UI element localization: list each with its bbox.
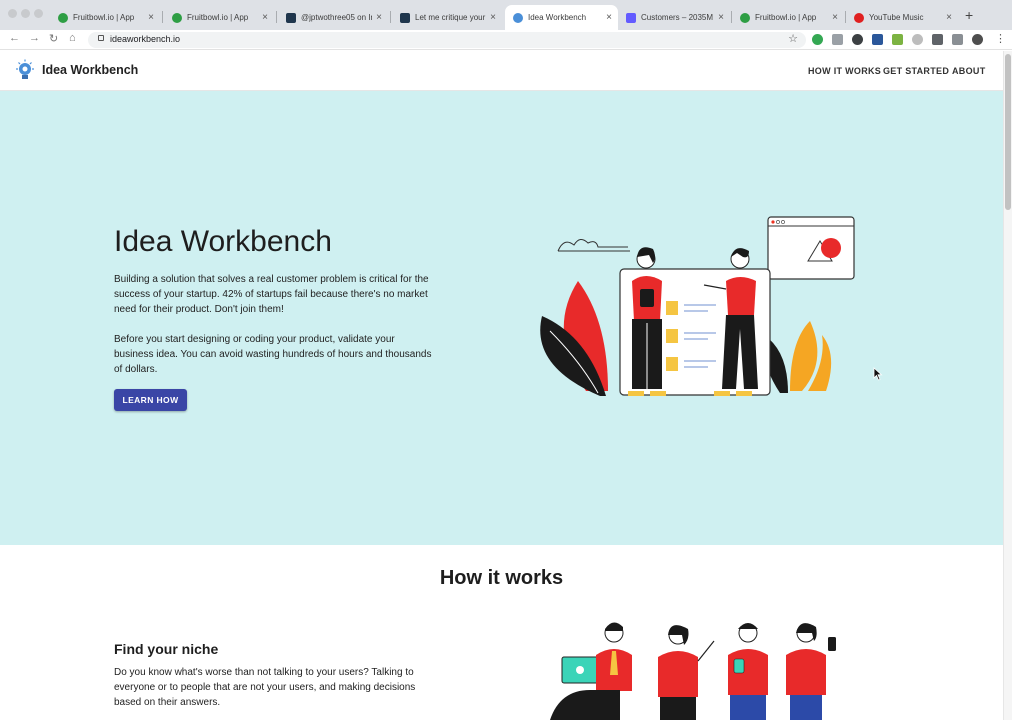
hero-title: Idea Workbench xyxy=(114,225,332,258)
browser-toolbar: ← → ↻ ⌂ ideaworkbench.io ☆ ⋮ xyxy=(0,30,1012,50)
browser-tab[interactable]: Fruitbowl.io | App × xyxy=(50,5,160,30)
new-tab-button[interactable]: + xyxy=(965,7,973,23)
bookmark-star-icon[interactable]: ☆ xyxy=(788,32,798,45)
close-tab-icon[interactable]: × xyxy=(606,12,612,23)
mouse-cursor-icon xyxy=(873,367,883,381)
tab-title: Fruitbowl.io | App xyxy=(755,13,817,22)
forward-icon[interactable]: → xyxy=(29,32,40,44)
indiehackers-icon xyxy=(400,12,410,23)
bulb-icon xyxy=(513,12,523,23)
reload-icon[interactable]: ↻ xyxy=(49,32,58,45)
close-tab-icon[interactable]: × xyxy=(946,12,952,23)
indiehackers-icon xyxy=(286,12,296,23)
nav-about[interactable]: ABOUT xyxy=(952,66,986,76)
back-icon[interactable]: ← xyxy=(9,32,20,44)
close-tab-icon[interactable]: × xyxy=(718,12,724,23)
close-tab-icon[interactable]: × xyxy=(376,12,382,23)
tab-title: Idea Workbench xyxy=(528,13,587,22)
browser-tab-bar: Fruitbowl.io | App × Fruitbowl.io | App … xyxy=(0,0,1012,30)
tab-divider xyxy=(276,11,277,23)
hero-section: Idea Workbench Building a solution that … xyxy=(0,91,1003,545)
address-bar[interactable]: ideaworkbench.io ☆ xyxy=(88,32,806,48)
avatar[interactable] xyxy=(972,34,983,45)
extension-grammar-icon[interactable] xyxy=(812,34,823,45)
browser-tab[interactable]: YouTube Music × xyxy=(846,5,958,30)
fruitbowl-icon xyxy=(58,12,68,23)
reading-list-icon[interactable] xyxy=(952,34,963,45)
tab-title: Fruitbowl.io | App xyxy=(73,13,135,22)
step-title: Find your niche xyxy=(114,641,219,657)
extension-download-icon[interactable] xyxy=(892,34,903,45)
hero-illustration xyxy=(540,216,855,396)
fruitbowl-icon xyxy=(740,12,750,23)
tab-title: Customers – 2035M xyxy=(641,13,714,22)
hero-paragraph-1: Building a solution that solves a real c… xyxy=(114,274,429,315)
tab-title: Fruitbowl.io | App xyxy=(187,13,249,22)
close-tab-icon[interactable]: × xyxy=(148,12,154,23)
tab-title: YouTube Music xyxy=(869,13,924,22)
close-tab-icon[interactable]: × xyxy=(262,12,268,23)
tab-divider xyxy=(162,11,163,23)
youtube-music-icon xyxy=(854,12,864,23)
browser-tab[interactable]: @jptwothree05 on In × xyxy=(278,5,388,30)
lightbulb-logo-icon[interactable] xyxy=(14,59,36,83)
nav-get-started[interactable]: GET STARTED xyxy=(883,66,949,76)
close-tab-icon[interactable]: × xyxy=(490,12,496,23)
how-it-works-title: How it works xyxy=(439,567,564,589)
extensions-puzzle-icon[interactable] xyxy=(932,34,943,45)
stripe-icon xyxy=(626,12,636,23)
lock-icon xyxy=(98,35,104,41)
brand-name[interactable]: Idea Workbench xyxy=(42,63,138,77)
hero-paragraph-2: Before you start designing or coding you… xyxy=(114,334,432,375)
tab-title: Let me critique your xyxy=(415,13,486,22)
browser-tab[interactable]: Let me critique your × xyxy=(392,5,502,30)
browser-tab[interactable]: Customers – 2035M × xyxy=(618,5,730,30)
scrollbar-thumb[interactable] xyxy=(1005,54,1011,210)
extension-ghost-icon[interactable] xyxy=(912,34,923,45)
window-minimize-button[interactable] xyxy=(21,9,30,18)
site-header: Idea Workbench HOW IT WORKS GET STARTED … xyxy=(0,51,1003,91)
tab-divider xyxy=(390,11,391,23)
window-maximize-button[interactable] xyxy=(34,9,43,18)
extension-code-icon[interactable] xyxy=(832,34,843,45)
home-icon[interactable]: ⌂ xyxy=(69,32,76,44)
fruitbowl-icon xyxy=(172,12,182,23)
step-description: Do you know what's worse than not talkin… xyxy=(114,667,416,708)
browser-tab-active[interactable]: Idea Workbench × xyxy=(505,5,618,30)
url-text: ideaworkbench.io xyxy=(110,34,181,44)
nav-how-it-works[interactable]: HOW IT WORKS xyxy=(808,66,881,76)
close-tab-icon[interactable]: × xyxy=(832,12,838,23)
tab-title: @jptwothree05 on In xyxy=(301,13,373,22)
extension-globe-icon[interactable] xyxy=(852,34,863,45)
browser-tab[interactable]: Fruitbowl.io | App × xyxy=(732,5,844,30)
browser-tab[interactable]: Fruitbowl.io | App × xyxy=(164,5,274,30)
learn-how-button[interactable]: LEARN HOW xyxy=(114,389,187,411)
extension-word-icon[interactable] xyxy=(872,34,883,45)
browser-menu-icon[interactable]: ⋮ xyxy=(995,32,1006,45)
window-close-button[interactable] xyxy=(8,9,17,18)
team-illustration xyxy=(550,622,836,720)
